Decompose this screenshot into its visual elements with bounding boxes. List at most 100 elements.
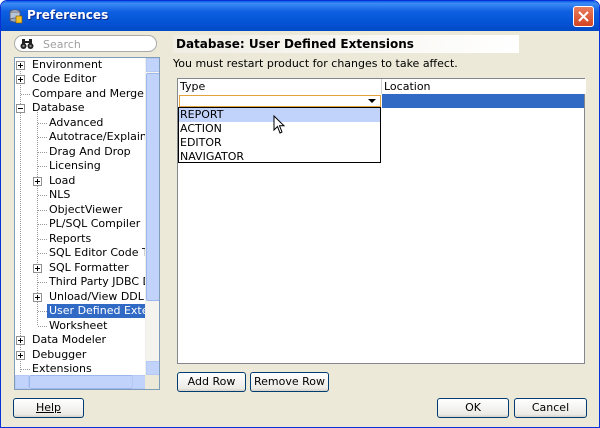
tree-item-compare-and-merge[interactable]: Compare and Merge [15,87,146,101]
tree-item-label: Database [32,101,85,114]
expand-icon[interactable] [33,293,42,302]
app-icon [9,9,23,24]
tree-connector [38,253,47,254]
tree-item-code-editor[interactable]: Code Editor [15,72,146,86]
tree-item-debugger[interactable]: Debugger [15,348,146,362]
expand-icon[interactable] [16,61,25,70]
tree-item-label: Reports [49,232,92,245]
tree-item-third-party-jdbc[interactable]: Third Party JDBC Driver [15,275,159,289]
tree-item-label: PL/SQL Compiler [49,217,141,230]
expand-icon[interactable] [16,336,25,345]
tree-connector [21,369,30,370]
tree-connector [38,210,47,211]
page-title: Database: User Defined Extensions [173,35,519,53]
tree-connector [38,123,47,124]
mouse-pointer-icon [273,115,286,134]
close-button[interactable] [573,6,594,27]
preferences-tree[interactable]: Environment Code Editor Compare and Merg… [14,57,160,390]
scroll-left-arrow-icon[interactable] [15,375,29,389]
tree-item-label: SQL Editor Code Templa [49,246,159,259]
tree-item-label: Unload/View DDL Optior [49,290,159,303]
tree-connector [38,195,47,196]
column-header-location[interactable]: Location [382,79,586,94]
type-combobox[interactable] [179,95,381,107]
tree-connector [21,94,30,95]
scroll-right-arrow-icon[interactable] [132,375,146,389]
binoculars-icon [20,39,34,49]
tree-item-load[interactable]: Load [15,174,146,188]
column-header-type[interactable]: Type [178,79,382,94]
tree-connector [38,311,47,312]
chevron-down-icon[interactable] [368,99,376,103]
remove-row-button[interactable]: Remove Row [250,372,329,392]
scroll-thumb[interactable] [146,73,159,301]
scroll-thumb[interactable] [29,375,133,389]
title-bar[interactable]: Preferences [1,1,599,31]
tree-vertical-scrollbar[interactable] [145,58,159,375]
search-input[interactable]: Search [14,35,157,52]
tree-item-unload-view-ddl[interactable]: Unload/View DDL Optior [15,290,159,304]
tree-item-label: Worksheet [49,319,108,332]
expand-icon[interactable] [16,75,25,84]
tree-item-label: Compare and Merge [32,87,144,100]
tree-connector [38,152,47,153]
tree-item-label: NLS [49,188,71,201]
expand-icon[interactable] [33,264,42,273]
help-button-label: Help [35,401,62,414]
scroll-corner [145,375,159,389]
dropdown-option-navigator[interactable]: NAVIGATOR [179,150,380,164]
scroll-down-arrow-icon[interactable] [146,361,159,375]
tree-item-label: User Defined Extension [47,304,159,318]
tree-connector [38,326,47,327]
tree-item-label: Autotrace/Explain Plan [49,130,159,143]
tree-connector [38,166,47,167]
tree-item-label: Drag And Drop [49,145,131,158]
tree-connector [38,239,47,240]
tree-item-label: Advanced [49,116,104,129]
tree-connector [38,282,47,283]
tree-item-data-modeler[interactable]: Data Modeler [15,333,146,347]
help-button[interactable]: Help [13,398,84,418]
tree-item-label: ObjectViewer [49,203,123,216]
tree-item-label: Debugger [32,348,87,361]
close-icon [578,11,589,22]
tree-connector [38,137,47,138]
tree-item-objectviewer[interactable]: ObjectViewer [15,203,146,217]
tree-item-drag-and-drop[interactable]: Drag And Drop [15,145,146,159]
tree-item-label: Load [49,174,76,187]
add-row-button[interactable]: Add Row [177,372,246,392]
scroll-up-arrow-icon[interactable] [146,58,159,72]
tree-item-worksheet[interactable]: Worksheet [15,319,146,333]
tree-item-licensing[interactable]: Licensing [15,159,146,173]
tree-horizontal-scrollbar[interactable] [15,375,146,389]
expand-icon[interactable] [33,177,42,186]
dropdown-option-editor[interactable]: EDITOR [179,136,380,150]
restart-notice: You must restart product for changes to … [173,57,458,70]
tree-item-label: Data Modeler [32,333,107,346]
tree-item-reports[interactable]: Reports [15,232,146,246]
tree-item-label: Environment [32,58,103,71]
tree-item-sql-formatter[interactable]: SQL Formatter [15,261,146,275]
tree-item-label: Third Party JDBC Driver [49,275,159,288]
tree-item-nls[interactable]: NLS [15,188,146,202]
search-placeholder: Search [43,38,81,51]
tree-item-user-defined-extensions[interactable]: User Defined Extension [15,304,159,318]
tree-item-database[interactable]: Database [15,101,146,115]
tree-item-autotrace[interactable]: Autotrace/Explain Plan [15,130,159,144]
tree-item-label: Licensing [49,159,101,172]
tree-item-advanced[interactable]: Advanced [15,116,146,130]
tree-item-sql-editor-code-templates[interactable]: SQL Editor Code Templa [15,246,159,260]
tree-item-extensions[interactable]: Extensions [15,362,146,376]
collapse-icon[interactable] [16,104,25,113]
tree-item-label: Code Editor [32,72,97,85]
window-title: Preferences [27,8,109,22]
tree-item-label: SQL Formatter [49,261,129,274]
location-cell[interactable] [382,94,584,108]
ok-button[interactable]: OK [437,398,509,418]
tree-item-environment[interactable]: Environment [15,58,146,72]
tree-connector [38,224,47,225]
expand-icon[interactable] [16,351,25,360]
cancel-button[interactable]: Cancel [514,398,587,418]
tree-item-plsql-compiler[interactable]: PL/SQL Compiler [15,217,146,231]
tree-item-label: Extensions [32,362,92,375]
